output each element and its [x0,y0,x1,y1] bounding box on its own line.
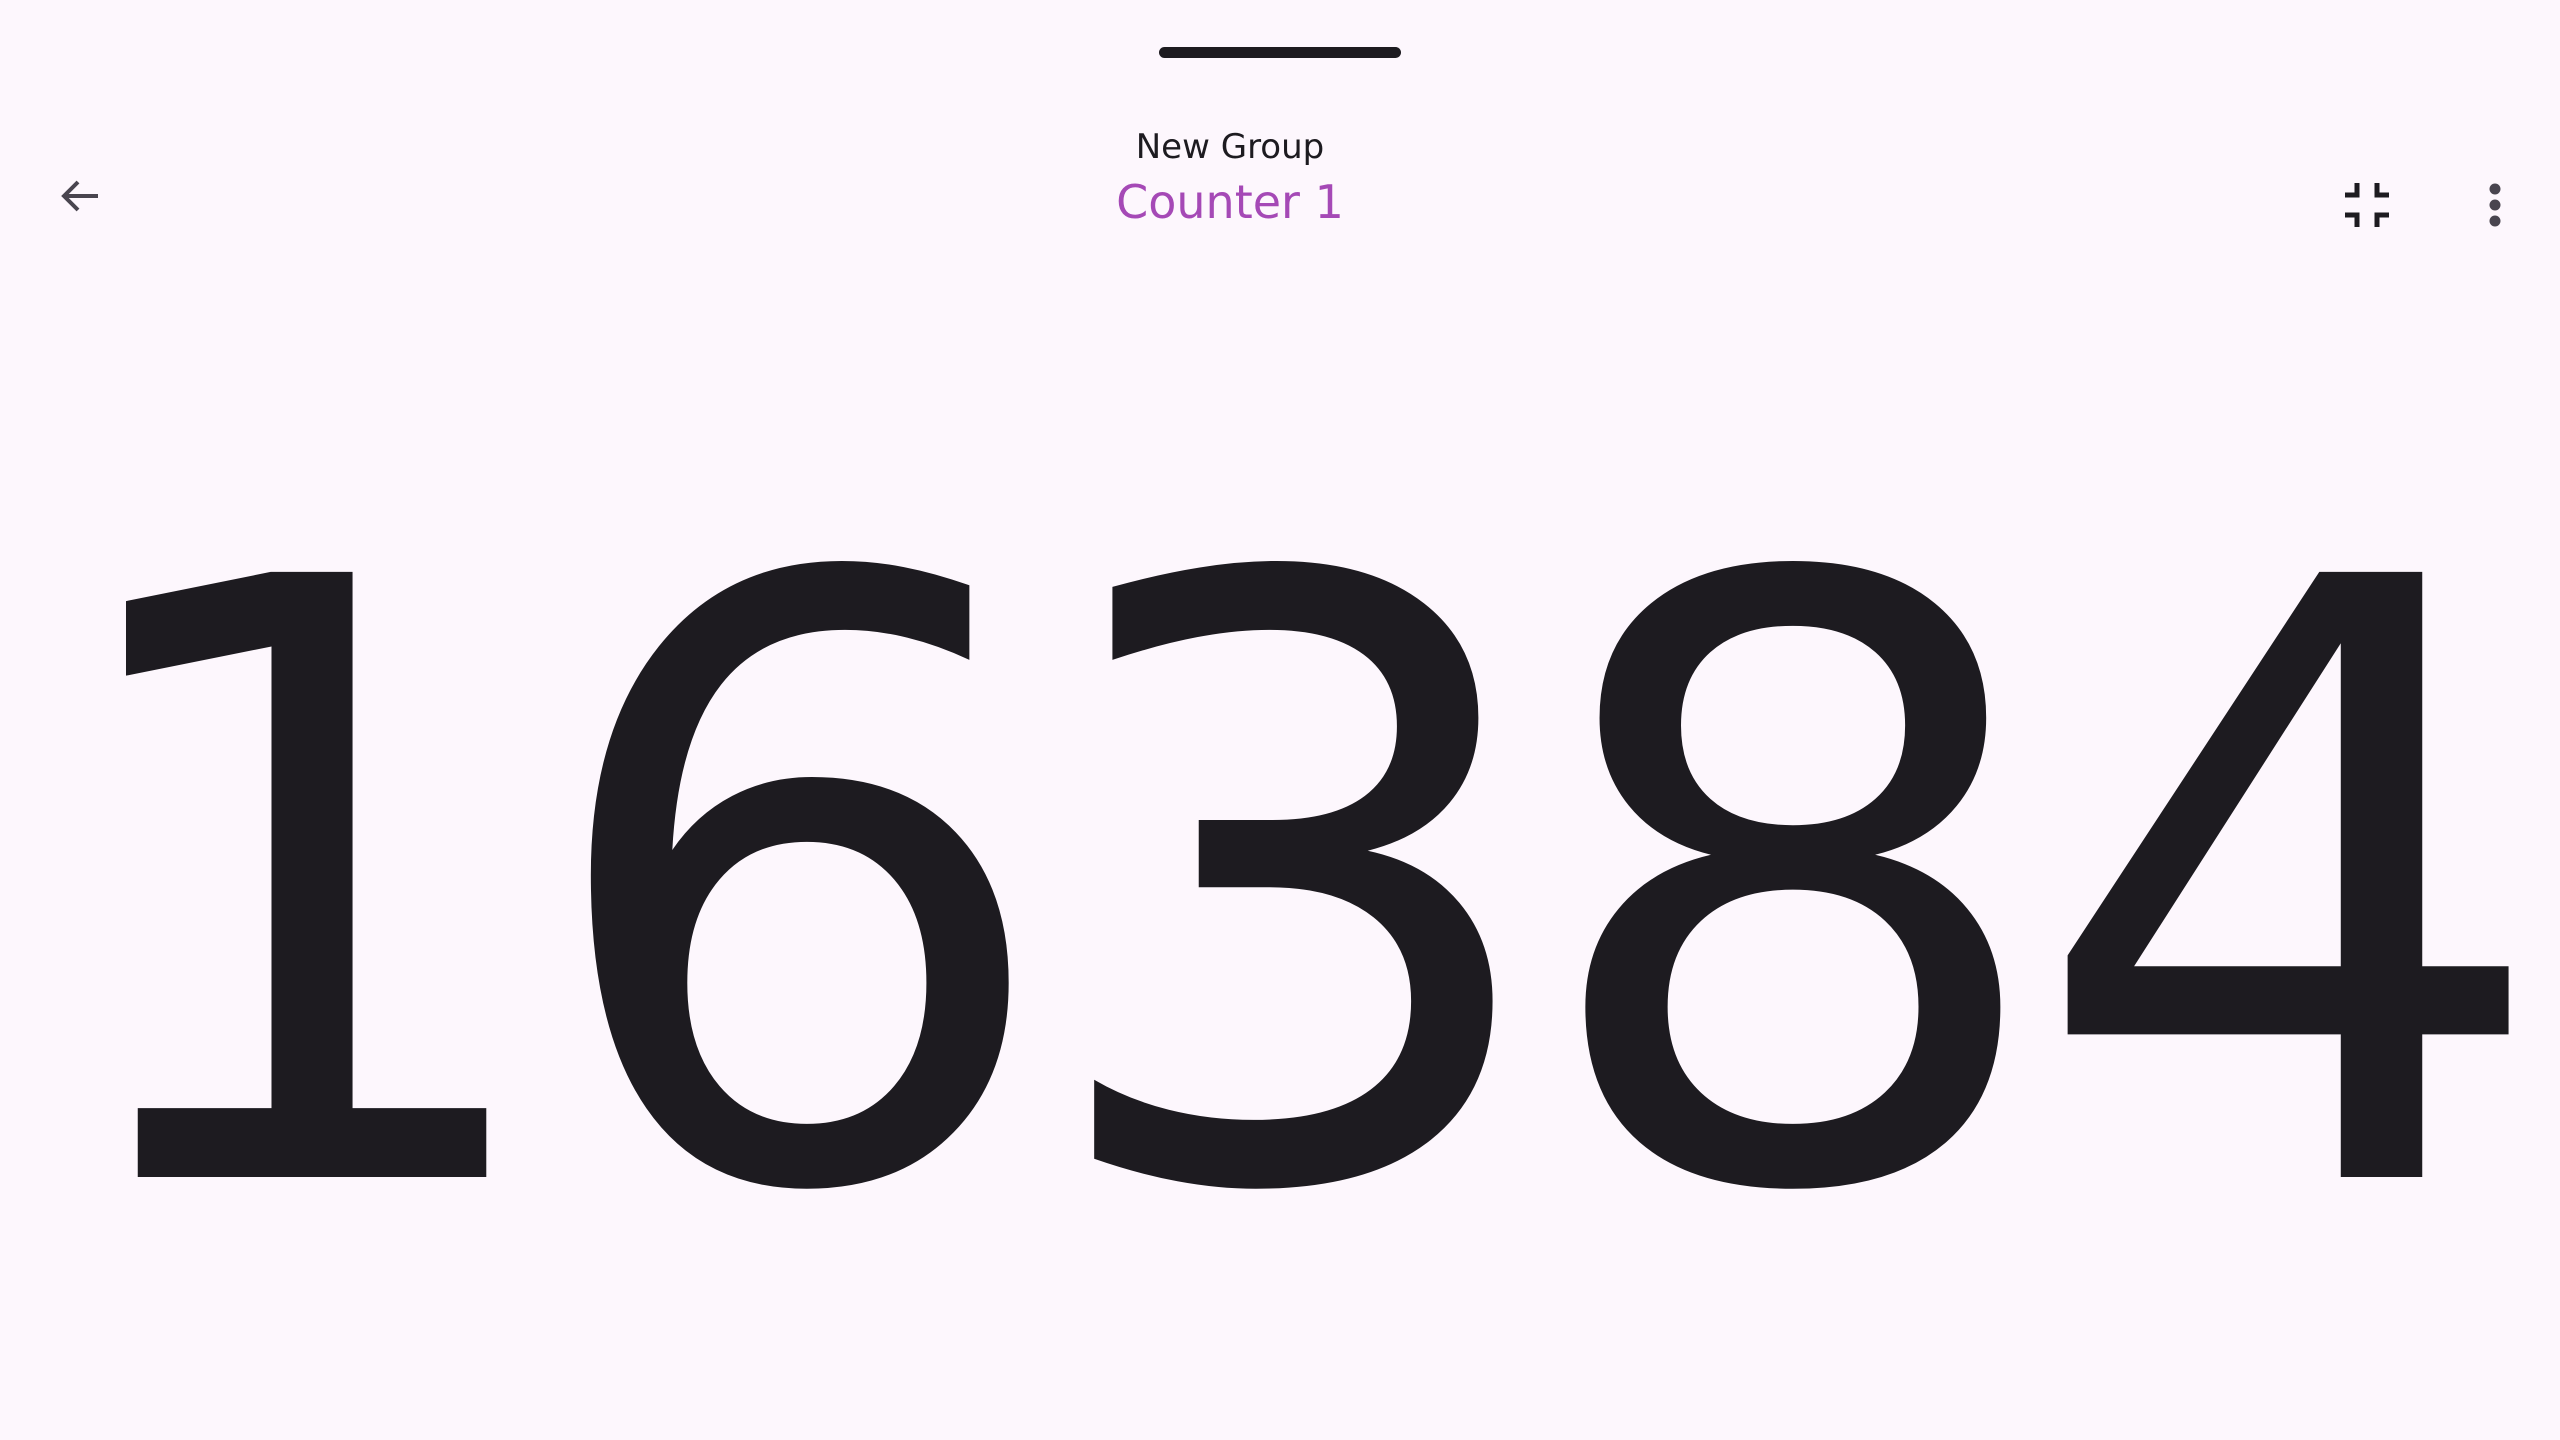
counter-name: Counter 1 [1116,175,1344,229]
title-block: New Group Counter 1 [880,120,1580,230]
back-button[interactable] [40,160,120,240]
exit-fullscreen-button[interactable] [2327,165,2407,245]
drag-handle[interactable] [1159,47,1401,58]
arrow-back-icon [61,180,98,212]
fullscreen-exit-icon [2345,183,2389,227]
group-name: New Group [1135,127,1325,167]
counter-value[interactable]: 16384 [0,475,2560,1305]
fullscreen-counter-screen: New Group Counter 1 16384 [0,0,2560,1440]
more-vert-icon [2489,183,2501,227]
more-options-button[interactable] [2455,165,2535,245]
